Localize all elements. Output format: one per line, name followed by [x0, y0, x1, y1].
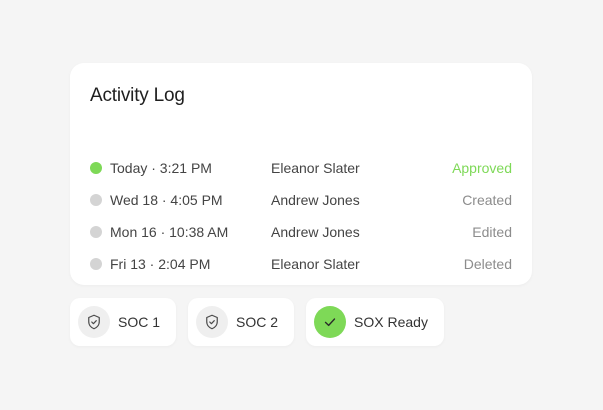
status-dot: [90, 226, 102, 238]
log-user: Eleanor Slater: [271, 160, 360, 176]
status-dot: [90, 162, 102, 174]
compliance-badges: SOC 1 SOC 2 SOX Ready: [70, 298, 444, 346]
activity-log-list: Today · 3:21 PM Eleanor Slater Approved …: [90, 152, 512, 280]
log-row[interactable]: Fri 13 · 2:04 PM Eleanor Slater Deleted: [90, 248, 512, 280]
log-row[interactable]: Wed 18 · 4:05 PM Andrew Jones Created: [90, 184, 512, 216]
badge-label: SOC 2: [236, 314, 279, 330]
checkmark-icon: [314, 306, 347, 338]
badge-label: SOC 1: [118, 314, 161, 330]
activity-log-card: Activity Log Today · 3:21 PM Eleanor Sla…: [70, 63, 532, 285]
log-row[interactable]: Today · 3:21 PM Eleanor Slater Approved: [90, 152, 512, 184]
shield-check-icon: [78, 306, 110, 338]
activity-log-title: Activity Log: [90, 85, 185, 106]
log-user: Eleanor Slater: [271, 256, 360, 272]
log-time: Mon 16 · 10:38 AM: [110, 224, 229, 240]
log-user: Andrew Jones: [271, 224, 360, 240]
badge-label: SOX Ready: [354, 314, 428, 330]
log-status: Edited: [472, 224, 512, 240]
status-dot: [90, 258, 102, 270]
log-time: Today · 3:21 PM: [110, 160, 212, 176]
shield-check-icon: [196, 306, 229, 338]
status-dot: [90, 194, 102, 206]
log-status: Created: [462, 192, 512, 208]
log-status: Approved: [452, 160, 512, 176]
log-user: Andrew Jones: [271, 192, 360, 208]
badge-soc2[interactable]: SOC 2: [188, 298, 295, 346]
log-time: Wed 18 · 4:05 PM: [110, 192, 223, 208]
log-status: Deleted: [463, 256, 512, 272]
badge-sox-ready[interactable]: SOX Ready: [306, 298, 444, 346]
log-row[interactable]: Mon 16 · 10:38 AM Andrew Jones Edited: [90, 216, 512, 248]
badge-soc1[interactable]: SOC 1: [70, 298, 177, 346]
log-time: Fri 13 · 2:04 PM: [110, 256, 211, 272]
